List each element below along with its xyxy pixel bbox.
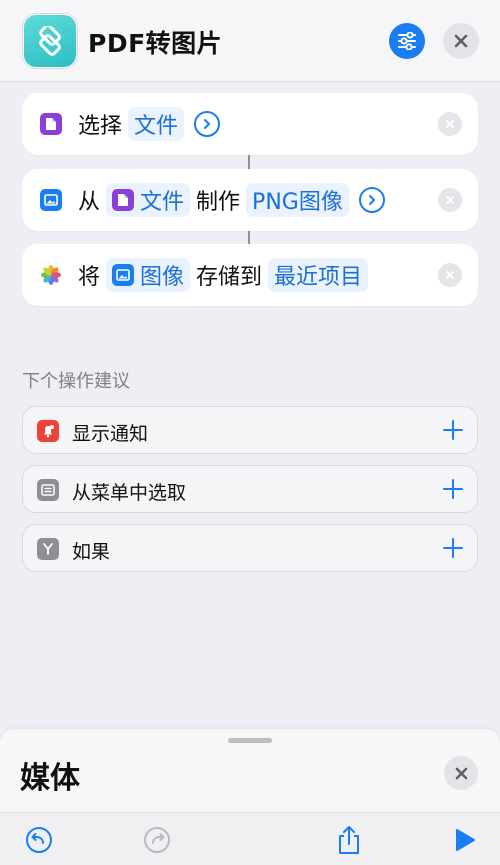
action-card-make-png[interactable]: 从 文件 制作 PNG图像 [22,169,478,231]
suggestion-label: 如果 [72,541,111,563]
suggestion-show-notification[interactable]: 显示通知 [22,406,478,454]
page-title[interactable]: PDF转图片 [88,24,222,60]
close-icon [455,767,467,779]
close-icon [454,34,468,48]
add-icon[interactable] [441,477,465,501]
close-icon [446,271,454,279]
share-icon [339,826,359,854]
add-icon[interactable] [441,536,465,560]
remove-action-button[interactable] [438,112,462,136]
file-variable-token[interactable]: 文件 [106,183,191,217]
action-verb: 存储到 [196,265,263,290]
suggestion-label: 显示通知 [72,423,149,445]
redo-icon [144,827,170,853]
suggestion-choose-from-menu[interactable]: 从菜单中选取 [22,465,478,513]
action-verb: 从 [78,190,101,215]
image-variable-token[interactable]: 图像 [106,258,191,292]
settings-sliders-button[interactable] [389,23,425,59]
action-verb: 选择 [78,114,123,139]
play-icon [456,829,475,851]
document-icon [40,113,62,135]
close-button[interactable] [443,23,479,59]
sheet-grabber-handle[interactable] [228,738,272,743]
photos-icon [40,264,62,286]
album-token[interactable]: 最近项目 [268,258,369,292]
token-label: 图像 [140,265,185,290]
remove-action-button[interactable] [438,263,462,287]
close-icon [446,120,454,128]
branch-icon [37,538,59,560]
flow-connector [248,231,250,245]
suggestions-heading: 下个操作建议 [22,371,130,392]
notification-icon [37,420,59,442]
flow-connector [248,155,250,169]
redo-button[interactable] [142,825,172,855]
sheet-close-button[interactable] [444,756,478,790]
action-verb: 制作 [196,190,241,215]
shortcut-app-icon[interactable] [22,13,78,69]
action-card-save-image[interactable]: 将 图像 存储到 最近项目 [22,244,478,306]
image-icon [112,264,135,286]
sheet-title: 媒体 [20,761,80,796]
action-verb: 将 [78,265,101,290]
undo-button[interactable] [24,825,54,855]
document-icon [112,189,135,211]
remove-action-button[interactable] [438,188,462,212]
expand-chevron-icon[interactable] [194,111,221,137]
share-button[interactable] [334,825,364,855]
token-label: 文件 [140,190,185,215]
bottom-toolbar [0,812,500,865]
undo-icon [26,827,52,853]
sliders-icon [398,32,416,50]
action-library-sheet[interactable]: 媒体 [0,729,500,819]
action-card-select-file[interactable]: 选择 文件 [22,93,478,155]
add-icon[interactable] [441,418,465,442]
expand-chevron-icon[interactable] [358,187,385,213]
format-token[interactable]: PNG图像 [246,183,349,217]
suggestion-label: 从菜单中选取 [72,482,187,504]
header: PDF转图片 [0,0,500,82]
menu-icon [37,479,59,501]
run-button[interactable] [450,825,480,855]
suggestion-if[interactable]: 如果 [22,524,478,572]
close-icon [446,196,454,204]
image-icon [40,189,62,211]
file-token[interactable]: 文件 [128,107,185,141]
